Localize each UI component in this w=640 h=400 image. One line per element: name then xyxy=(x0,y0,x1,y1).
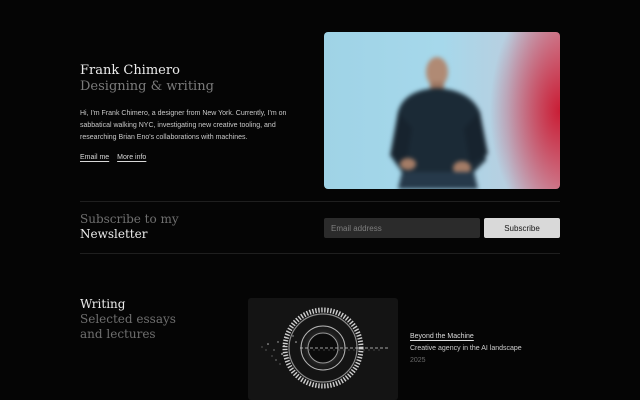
person-figure xyxy=(390,57,488,189)
site-owner-name: Frank Chimero xyxy=(80,63,180,78)
featured-essay-info: Beyond the Machine Creative agency in th… xyxy=(410,331,522,367)
email-address-input[interactable] xyxy=(324,218,480,238)
essay-thumbnail[interactable] xyxy=(248,298,398,400)
hero-links: Email me More info xyxy=(80,154,295,161)
email-me-link[interactable]: Email me xyxy=(80,154,109,161)
gear-ring-artwork xyxy=(261,307,390,389)
writing-title: Writing xyxy=(80,297,126,311)
divider-top xyxy=(80,201,560,202)
bio-text: Hi, I'm Frank Chimero, a designer from N… xyxy=(80,110,287,141)
writing-subtitle-line1: Selected essays xyxy=(80,312,176,326)
site-tagline: Designing & writing xyxy=(80,79,214,94)
portrait-photo xyxy=(324,32,560,189)
essay-description: Creative agency in the AI landscape xyxy=(410,345,522,352)
writing-heading: Writing Selected essays and lectures xyxy=(80,297,176,342)
divider-bottom xyxy=(80,253,560,254)
newsletter-heading-line1: Subscribe to my xyxy=(80,212,179,226)
more-info-link[interactable]: More info xyxy=(117,154,146,161)
essay-title-link[interactable]: Beyond the Machine xyxy=(410,331,522,343)
newsletter-heading-line2: Newsletter xyxy=(80,227,148,241)
essay-year: 2025 xyxy=(410,357,426,364)
subscribe-button[interactable]: Subscribe xyxy=(484,218,560,238)
writing-subtitle-line2: and lectures xyxy=(80,327,156,341)
newsletter-heading: Subscribe to my Newsletter xyxy=(80,212,179,242)
hero-text: Frank Chimero Designing & writing Hi, I'… xyxy=(80,63,295,161)
